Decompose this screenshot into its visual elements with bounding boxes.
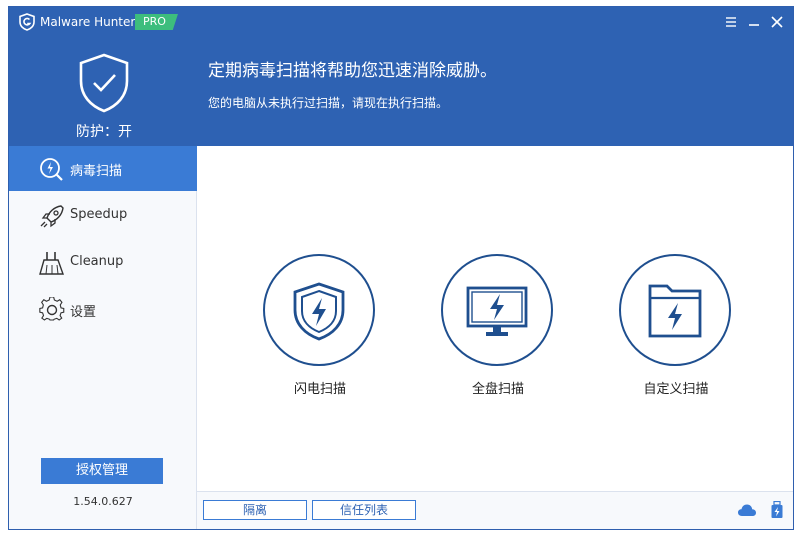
- gear-icon: [38, 296, 66, 323]
- custom-scan-option[interactable]: 自定义扫描: [616, 254, 736, 404]
- main-panel: 闪电扫描 全盘扫描 自定义扫描: [197, 146, 793, 491]
- quick-scan-option[interactable]: 闪电扫描: [260, 254, 380, 404]
- trust-list-button[interactable]: 信任列表: [312, 500, 416, 520]
- pro-badge: PRO: [135, 14, 178, 30]
- protection-status: 防护：开: [76, 124, 132, 140]
- broom-icon: [38, 250, 66, 276]
- scan-option-label: 闪电扫描: [293, 382, 346, 397]
- sidebar: 病毒扫描 Speedup Cleanup 设置 授权管理 1.54.0.627: [9, 146, 197, 529]
- quarantine-button[interactable]: 隔离: [203, 500, 307, 520]
- menu-icon[interactable]: [722, 13, 740, 31]
- sidebar-item-virus-scan[interactable]: 病毒扫描: [9, 146, 197, 191]
- app-logo-icon: [18, 13, 36, 31]
- monitor-bolt-icon: [466, 286, 528, 336]
- minimize-icon[interactable]: [745, 13, 763, 31]
- subline-text: 您的电脑从未执行过扫描，请现在执行扫描。: [208, 96, 449, 110]
- license-management-button[interactable]: 授权管理: [41, 458, 163, 484]
- quick-scan-button[interactable]: [263, 254, 375, 366]
- scan-option-label: 全盘扫描: [471, 382, 524, 397]
- header-banner: Malware Hunter PRO 防护：开 定期病毒扫描将帮助您迅速消除威胁…: [9, 7, 793, 146]
- sidebar-item-label: 病毒扫描: [70, 164, 123, 179]
- usb-bolt-icon[interactable]: [767, 500, 787, 519]
- sidebar-item-settings[interactable]: 设置: [9, 287, 197, 332]
- title-bar[interactable]: Malware Hunter PRO: [9, 7, 793, 37]
- app-window: Malware Hunter PRO 防护：开 定期病毒扫描将帮助您迅速消除威胁…: [8, 6, 794, 530]
- folder-bolt-icon: [648, 284, 702, 338]
- rocket-icon: [38, 203, 66, 229]
- custom-scan-button[interactable]: [619, 254, 731, 366]
- cloud-icon[interactable]: [737, 501, 757, 519]
- headline-text: 定期病毒扫描将帮助您迅速消除威胁。: [208, 61, 497, 81]
- sidebar-item-cleanup[interactable]: Cleanup: [9, 240, 197, 285]
- footer-bar: 隔离 信任列表: [197, 491, 793, 529]
- close-icon[interactable]: [768, 13, 786, 31]
- protection-shield-icon: [77, 52, 131, 114]
- sidebar-item-label: Cleanup: [70, 254, 124, 269]
- sidebar-item-label: Speedup: [70, 207, 128, 222]
- virus-scan-icon: [38, 156, 66, 182]
- shield-bolt-icon: [293, 282, 345, 341]
- sidebar-item-speedup[interactable]: Speedup: [9, 193, 197, 238]
- sidebar-item-label: 设置: [70, 305, 97, 320]
- full-scan-option[interactable]: 全盘扫描: [438, 254, 558, 404]
- full-scan-button[interactable]: [441, 254, 553, 366]
- app-title: Malware Hunter: [40, 15, 136, 29]
- version-text: 1.54.0.627: [73, 495, 133, 508]
- scan-option-label: 自定义扫描: [643, 382, 709, 397]
